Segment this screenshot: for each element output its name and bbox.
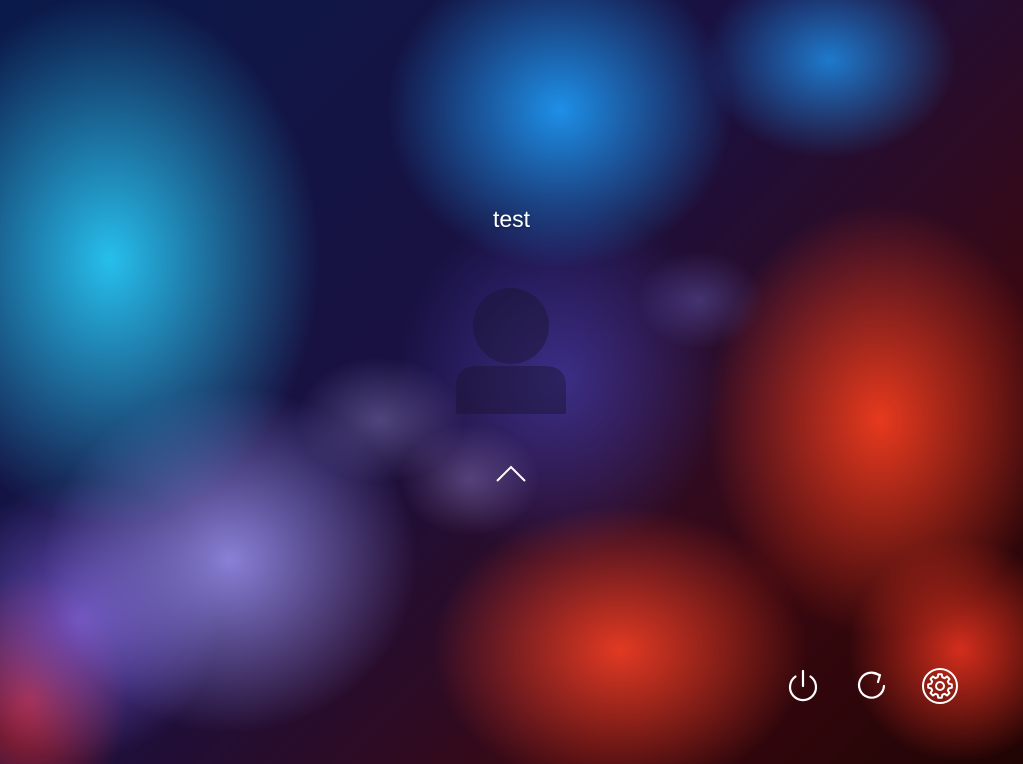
settings-icon[interactable]: [921, 667, 959, 705]
restart-icon[interactable]: [853, 667, 891, 705]
power-controls: [784, 667, 964, 707]
username-label: test: [492, 206, 531, 232]
unlock-chevron-up-icon[interactable]: [494, 462, 528, 484]
power-icon[interactable]: [784, 667, 822, 705]
lock-screen: test: [0, 0, 1023, 764]
user-avatar-icon: [456, 286, 566, 414]
